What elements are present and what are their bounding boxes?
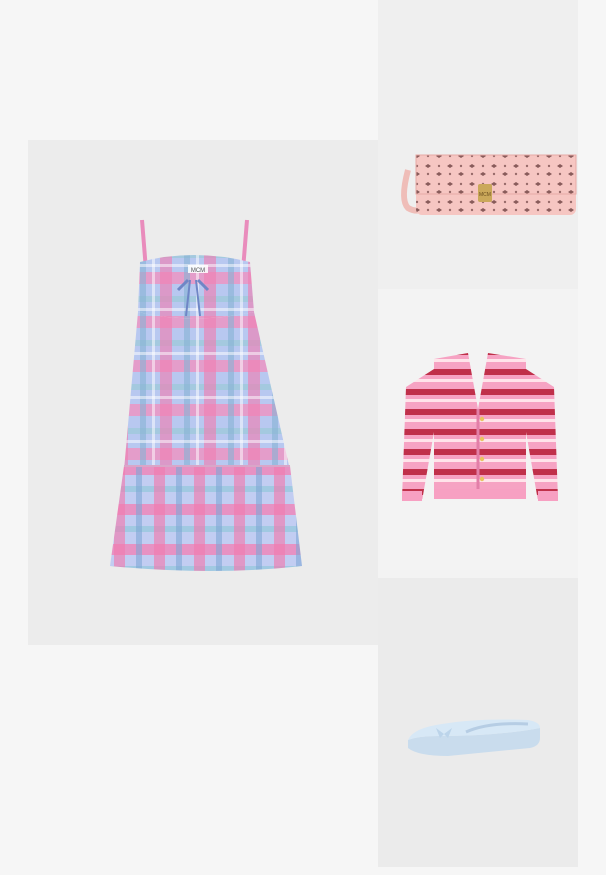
dress-label: MCM [191, 268, 205, 274]
product-tile-bag[interactable]: MCM [378, 0, 578, 289]
product-tile-shoe[interactable] [378, 578, 578, 867]
light-blue-ballet-flat-icon [408, 719, 540, 756]
product-tile-dress[interactable]: MCM [28, 140, 378, 645]
bag-brand-text: MCM [479, 192, 491, 198]
plaid-dress-icon: MCM [110, 219, 302, 571]
pink-striped-cardigan-icon [402, 353, 558, 501]
pink-monogram-crossbody-bag-icon: MCM [401, 154, 577, 215]
product-tile-cardigan[interactable] [378, 289, 578, 578]
